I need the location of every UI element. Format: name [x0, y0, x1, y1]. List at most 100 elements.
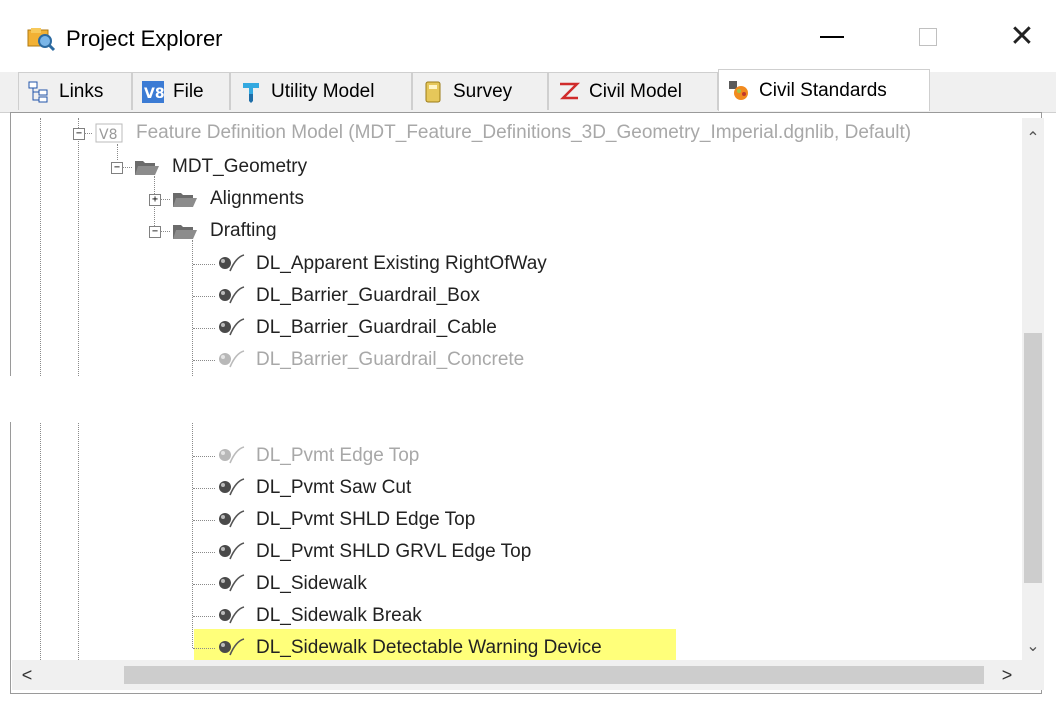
v8-file-icon: V8 [142, 80, 165, 103]
tree-item[interactable]: DL_Pvmt SHLD GRVL Edge Top [214, 537, 531, 567]
horizontal-scroll-thumb[interactable] [124, 666, 984, 684]
tree-item[interactable]: DL_Apparent Existing RightOfWay [214, 249, 547, 279]
svg-text:V8: V8 [144, 86, 165, 102]
tab-links[interactable]: Links [18, 72, 132, 110]
survey-icon [425, 81, 441, 102]
linear-feature-icon [219, 638, 245, 656]
collapse-toggle[interactable]: − [73, 128, 85, 140]
tab-label: File [173, 80, 204, 102]
tree-node-root[interactable]: V8 Feature Definition Model (MDT_Feature… [94, 118, 911, 148]
expand-toggle[interactable]: + [149, 194, 161, 206]
tree-connector [193, 520, 215, 521]
tree-connector [193, 616, 215, 617]
collapse-toggle[interactable]: − [111, 162, 123, 174]
tab-file[interactable]: V8 File [132, 72, 230, 110]
links-icon [28, 81, 48, 102]
tree-node-label: Drafting [210, 220, 277, 241]
tab-utility-model[interactable]: Utility Model [230, 72, 412, 110]
linear-feature-icon [219, 446, 245, 464]
tree-item-label: DL_Pvmt SHLD Edge Top [256, 509, 476, 530]
tab-label: Utility Model [271, 80, 375, 102]
tab-label: Civil Model [589, 80, 682, 102]
folder-open-icon [135, 161, 159, 175]
tree-item[interactable]: DL_Pvmt SHLD Edge Top [214, 505, 475, 535]
tree-connector [193, 648, 215, 649]
tree-item-label: DL_Sidewalk Break [256, 605, 422, 626]
tree-node-label: MDT_Geometry [172, 156, 308, 177]
linear-feature-icon [219, 318, 245, 336]
close-button[interactable]: ✕ [990, 10, 1054, 64]
tree-guide-line [192, 240, 193, 648]
tree-item-highlighted[interactable]: DL_Sidewalk Detectable Warning Device [214, 633, 602, 663]
tab-civil-model[interactable]: Civil Model [548, 72, 718, 110]
minimize-button[interactable] [800, 10, 864, 64]
tree-item[interactable]: DL_Sidewalk [214, 569, 367, 599]
tree-node-label: Alignments [210, 188, 304, 209]
tree-item[interactable]: DL_Pvmt Edge Top [214, 441, 419, 471]
tree-item[interactable]: DL_Barrier_Guardrail_Cable [214, 313, 497, 343]
vertical-scroll-thumb[interactable] [1024, 333, 1042, 583]
tree-item-label: DL_Barrier_Guardrail_Cable [256, 317, 497, 338]
screenshot-tear [0, 376, 1056, 422]
tree-connector [193, 296, 215, 297]
scroll-down-icon[interactable]: ⌄ [1022, 636, 1044, 658]
minimize-icon [820, 36, 844, 38]
tree-node-drafting[interactable]: Drafting [172, 216, 277, 246]
scrollbar-corner [1022, 660, 1044, 690]
tree-item-label: DL_Sidewalk Detectable Warning Device [256, 637, 602, 658]
svg-text:V8: V8 [99, 127, 117, 143]
tree-connector [193, 584, 215, 585]
tab-civil-standards[interactable]: Civil Standards [718, 69, 930, 111]
tree-connector [160, 199, 170, 200]
tree-item[interactable]: DL_Barrier_Guardrail_Concrete [214, 345, 524, 375]
civil-standards-icon [729, 80, 748, 100]
tree-node-folder[interactable]: MDT_Geometry [134, 152, 307, 182]
tree-connector [193, 360, 215, 361]
linear-feature-icon [219, 286, 245, 304]
linear-feature-icon [219, 542, 245, 560]
linear-feature-icon [219, 350, 245, 368]
utility-model-icon [243, 82, 259, 103]
tree-connector [160, 231, 170, 232]
title-bar: Project Explorer ✕ [0, 0, 1056, 70]
tree-connector [122, 167, 132, 168]
tree-item-label: DL_Pvmt Edge Top [256, 445, 420, 466]
collapse-toggle[interactable]: − [149, 226, 161, 238]
tree-connector [193, 328, 215, 329]
linear-feature-icon [219, 478, 245, 496]
tree-item[interactable]: DL_Pvmt Saw Cut [214, 473, 411, 503]
scroll-up-icon[interactable]: ⌃ [1022, 128, 1044, 150]
maximize-icon [919, 28, 937, 46]
tree-connector [193, 264, 215, 265]
tab-label: Civil Standards [759, 79, 887, 101]
tree-item-label: DL_Barrier_Guardrail_Box [256, 285, 480, 306]
tree-item-label: DL_Barrier_Guardrail_Concrete [256, 349, 525, 370]
tree-item-label: DL_Pvmt Saw Cut [256, 477, 412, 498]
folder-open-icon [173, 225, 197, 239]
close-icon: ✕ [1009, 19, 1035, 54]
vertical-scrollbar[interactable]: ⌃ ⌄ [1022, 118, 1044, 660]
maximize-button[interactable] [896, 10, 960, 64]
tree-item[interactable]: DL_Barrier_Guardrail_Box [214, 281, 480, 311]
tree-item-label: DL_Apparent Existing RightOfWay [256, 253, 547, 274]
tree-connector [193, 488, 215, 489]
tree-connector [193, 456, 215, 457]
scroll-right-icon[interactable]: > [992, 660, 1022, 690]
project-explorer-icon [27, 28, 56, 52]
civil-model-icon [559, 82, 581, 99]
horizontal-scrollbar[interactable]: < > [12, 660, 1022, 690]
tree-connector [84, 133, 92, 134]
scroll-left-icon[interactable]: < [12, 660, 42, 690]
tab-strip: Links V8 File Utility Model Survey Civil… [0, 69, 1056, 113]
linear-feature-icon [219, 510, 245, 528]
tree-item-label: DL_Pvmt SHLD GRVL Edge Top [256, 541, 532, 562]
linear-feature-icon [219, 574, 245, 592]
tree-node-label: Feature Definition Model (MDT_Feature_De… [136, 122, 912, 143]
linear-feature-icon [219, 254, 245, 272]
tree-item[interactable]: DL_Sidewalk Break [214, 601, 422, 631]
tab-survey[interactable]: Survey [412, 72, 548, 110]
tab-label: Survey [453, 80, 513, 102]
tree-connector [193, 552, 215, 553]
v8-model-icon: V8 [95, 123, 123, 143]
tree-node-alignments[interactable]: Alignments [172, 184, 304, 214]
